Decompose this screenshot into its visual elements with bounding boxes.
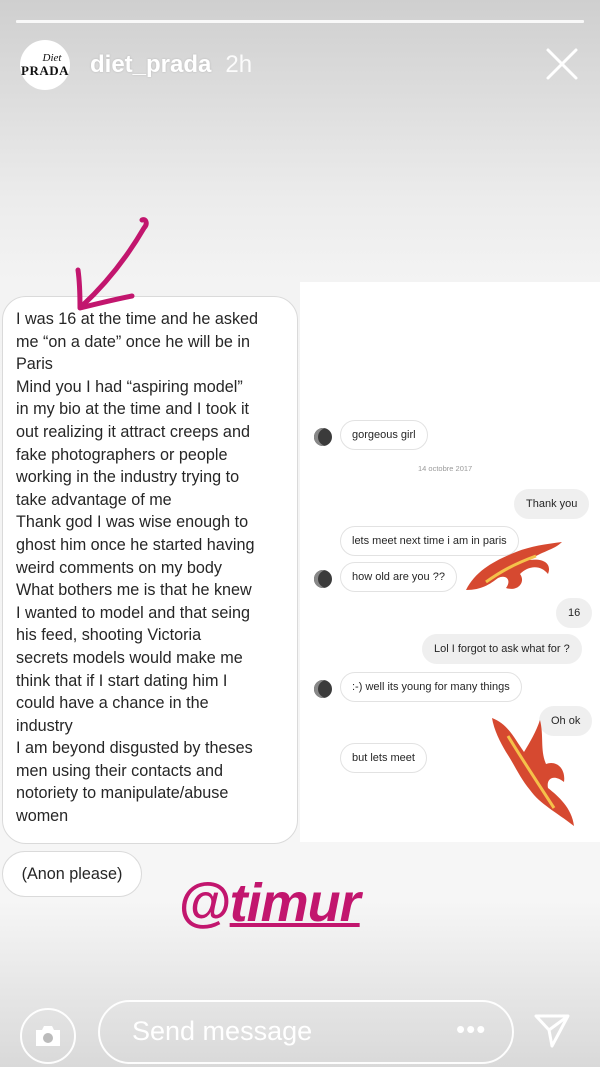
- message-line: women: [16, 807, 69, 826]
- story-progress-bar: [16, 20, 584, 23]
- message-text: I was 16 at the time and he asked me “on…: [16, 308, 296, 828]
- chat-message: :-) well its young for many things: [340, 672, 522, 702]
- send-icon: [534, 1014, 570, 1048]
- send-message-placeholder: Send message: [132, 1016, 313, 1046]
- chat-message: 16: [556, 598, 593, 628]
- flame-sticker: [492, 718, 574, 826]
- camera-button[interactable]: [20, 1008, 76, 1064]
- message-line: What bothers me is that he knew: [16, 581, 252, 600]
- message-line: notoriety to manipulate/abuse: [16, 784, 229, 803]
- sender-avatar: [314, 680, 332, 698]
- close-icon: [546, 48, 578, 80]
- message-line: Mind you I had “aspiring model”: [16, 377, 243, 396]
- message-line: weird comments on my body: [16, 558, 223, 577]
- camera-icon: [36, 1026, 60, 1046]
- anon-note-bubble: (Anon please): [2, 851, 142, 897]
- message-line: fake photographers or people: [16, 445, 228, 464]
- message-line: ghost him once he started having: [16, 535, 255, 554]
- mention-at: @: [178, 873, 231, 933]
- message-line: industry: [16, 716, 73, 735]
- message-line: Thank god I was wise enough to: [16, 513, 249, 532]
- more-options-button[interactable]: •••: [456, 1014, 486, 1045]
- message-line: his feed, shooting Victoria: [16, 626, 202, 645]
- mention-tag[interactable]: @timur: [178, 872, 361, 934]
- username[interactable]: diet_prada: [90, 51, 211, 79]
- message-line: secrets models would make me: [16, 648, 243, 667]
- message-line: could have a chance in the: [16, 694, 209, 713]
- chat-date-label: 14 octobre 2017: [418, 464, 473, 473]
- message-line: men using their contacts and: [16, 761, 223, 780]
- timestamp: 2h: [225, 51, 253, 78]
- message-line: Paris: [16, 355, 53, 374]
- message-line: me “on a date” once he will be in: [16, 332, 250, 351]
- chat-message: gorgeous girl: [340, 420, 428, 450]
- message-line: working in the industry trying to: [16, 468, 240, 487]
- message-line: I am beyond disgusted by theses: [16, 739, 253, 758]
- drawn-arrow: [75, 217, 149, 311]
- chat-message: how old are you ??: [340, 562, 457, 592]
- message-line: take advantage of me: [16, 490, 172, 509]
- chat-message: Lol I forgot to ask what for ?: [422, 634, 582, 664]
- avatar-logo-bottom: PRADA: [21, 63, 69, 78]
- chat-message: but lets meet: [340, 743, 427, 773]
- message-line: think that if I start dating him I: [16, 671, 228, 690]
- sender-avatar: [314, 570, 332, 588]
- message-line: I wanted to model and that seing: [16, 603, 250, 622]
- close-button[interactable]: [544, 46, 580, 82]
- sender-avatar: [314, 428, 332, 446]
- progress-segment: [16, 20, 584, 23]
- send-button[interactable]: [532, 1010, 572, 1050]
- message-line: out realizing it attract creeps and: [16, 422, 250, 441]
- message-line: I was 16 at the time and he asked: [16, 310, 259, 328]
- avatar[interactable]: Diet PRADA: [20, 40, 70, 90]
- message-line: in my bio at the time and I took it: [16, 400, 250, 419]
- mention-name: timur: [229, 873, 361, 933]
- story-header: Diet PRADA diet_prada 2h: [20, 40, 580, 90]
- flame-sticker: [466, 542, 562, 590]
- chat-message: Thank you: [514, 489, 590, 519]
